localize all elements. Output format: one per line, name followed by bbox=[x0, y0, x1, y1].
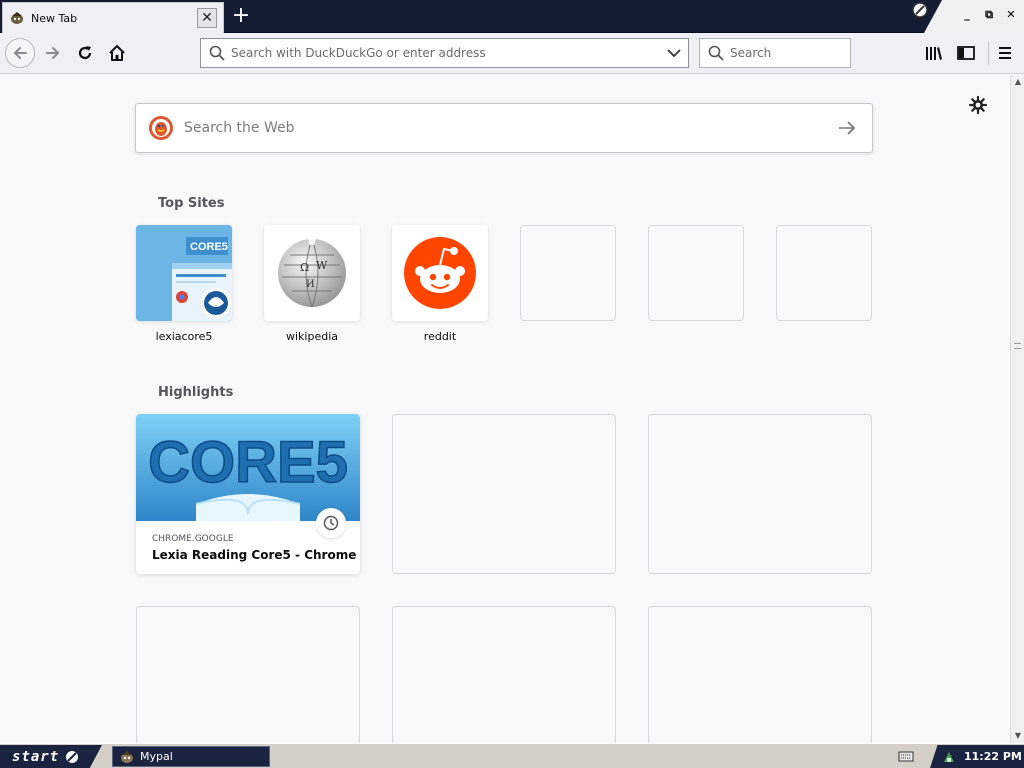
lexia-thumbnail-icon bbox=[136, 225, 232, 321]
highlight-placeholder bbox=[136, 606, 360, 743]
web-search-box[interactable] bbox=[135, 103, 873, 153]
toolbar-separator bbox=[988, 41, 989, 65]
network-icon bbox=[944, 751, 954, 762]
minimize-button[interactable]: _ bbox=[958, 6, 976, 24]
search-icon bbox=[708, 45, 724, 61]
hamburger-menu-icon bbox=[999, 47, 1011, 59]
taskbar-item-mypal[interactable]: Mypal bbox=[112, 746, 270, 767]
tab-new-tab[interactable]: New Tab ✕ bbox=[2, 2, 224, 33]
home-icon bbox=[109, 45, 125, 61]
web-search-input[interactable] bbox=[184, 120, 822, 136]
scroll-grip bbox=[1014, 343, 1021, 349]
svg-text:Ω: Ω bbox=[300, 261, 309, 274]
top-site-reddit[interactable] bbox=[392, 225, 488, 321]
highlights-heading: Highlights bbox=[158, 385, 234, 400]
library-button[interactable] bbox=[919, 38, 949, 68]
search-input[interactable] bbox=[730, 46, 850, 60]
reddit-alien-icon bbox=[404, 237, 476, 309]
reload-button[interactable] bbox=[70, 38, 100, 68]
top-site-label: wikipedia bbox=[285, 330, 338, 343]
top-site-placeholder[interactable] bbox=[648, 225, 744, 321]
url-dropdown-button[interactable] bbox=[660, 39, 688, 67]
arrow-left-icon bbox=[13, 47, 27, 59]
web-search-submit-button[interactable] bbox=[822, 104, 872, 152]
tab-title: New Tab bbox=[31, 11, 78, 25]
top-site-placeholder[interactable] bbox=[776, 225, 872, 321]
search-bar[interactable] bbox=[699, 38, 851, 68]
gear-icon bbox=[968, 95, 988, 115]
new-tab-button[interactable]: + bbox=[228, 4, 254, 30]
close-icon: ✕ bbox=[201, 10, 213, 26]
sidebar-icon bbox=[957, 46, 975, 60]
reload-icon bbox=[78, 46, 92, 60]
url-bar[interactable] bbox=[200, 38, 689, 68]
scroll-down-icon[interactable]: ▼ bbox=[1011, 729, 1024, 743]
lexia-tile-text: CORE5 bbox=[190, 241, 228, 253]
close-window-button[interactable]: ✕ bbox=[1002, 6, 1020, 24]
start-button[interactable]: start bbox=[0, 745, 102, 768]
card-clock-badge bbox=[316, 508, 346, 538]
os-logo-icon bbox=[66, 750, 79, 763]
top-site-label: reddit bbox=[423, 330, 457, 343]
new-tab-page: Top Sites CORE5 lexiacore5 bbox=[0, 75, 1010, 743]
core5-banner-text: CORE5 bbox=[148, 430, 348, 495]
top-site-lexiacore5[interactable]: CORE5 bbox=[136, 225, 232, 321]
start-label: start bbox=[12, 748, 60, 765]
highlight-placeholder bbox=[648, 606, 872, 743]
back-button[interactable] bbox=[5, 38, 35, 68]
clock-icon bbox=[323, 515, 339, 531]
browser-logo-icon bbox=[912, 2, 928, 18]
keyboard-icon[interactable] bbox=[898, 749, 914, 763]
mypal-favicon-icon bbox=[11, 12, 23, 24]
arrow-right-icon bbox=[46, 47, 60, 59]
mypal-icon bbox=[121, 750, 133, 763]
system-tray-clock[interactable]: 11:22 PM bbox=[930, 745, 1024, 768]
search-icon bbox=[209, 45, 225, 61]
home-button[interactable] bbox=[102, 38, 132, 68]
minimize-icon: _ bbox=[964, 8, 970, 21]
navigation-toolbar bbox=[0, 33, 1024, 74]
vertical-scrollbar[interactable]: ▲ ▼ bbox=[1010, 75, 1024, 743]
highlight-placeholder bbox=[392, 414, 616, 574]
highlight-card-lexia[interactable]: CORE5 CHROME.GOOGLE Lexia Reading Core5 … bbox=[136, 414, 360, 574]
url-input[interactable] bbox=[231, 46, 660, 60]
arrow-right-icon bbox=[839, 121, 856, 135]
top-site-placeholder[interactable] bbox=[520, 225, 616, 321]
duckduckgo-logo-icon bbox=[149, 116, 173, 140]
top-site-label: lexiacore5 bbox=[155, 330, 213, 343]
card-host: CHROME.GOOGLE bbox=[152, 534, 234, 544]
wikipedia-globe-icon: Ω W И bbox=[278, 238, 346, 308]
highlight-placeholder bbox=[392, 606, 616, 743]
card-title: Lexia Reading Core5 - Chrome ... bbox=[152, 548, 360, 562]
svg-text:W: W bbox=[316, 259, 328, 272]
restore-button[interactable]: ⧉ bbox=[980, 6, 998, 24]
close-icon: ✕ bbox=[1006, 8, 1016, 21]
taskbar: start Mypal 11:22 PM bbox=[0, 743, 1024, 768]
top-sites-heading: Top Sites bbox=[158, 196, 225, 211]
chevron-down-icon bbox=[667, 49, 681, 58]
sidebar-toggle-button[interactable] bbox=[951, 38, 981, 68]
menu-button[interactable] bbox=[990, 38, 1020, 68]
svg-text:И: И bbox=[306, 279, 315, 290]
core5-banner-image: CORE5 bbox=[136, 414, 360, 521]
restore-icon: ⧉ bbox=[985, 8, 993, 21]
taskbar-item-label: Mypal bbox=[140, 750, 173, 763]
plus-icon: + bbox=[231, 3, 251, 28]
library-icon bbox=[926, 47, 942, 60]
customize-button[interactable] bbox=[967, 94, 989, 116]
tab-strip: New Tab ✕ + _ ⧉ ✕ bbox=[0, 0, 1024, 33]
clock-time: 11:22 PM bbox=[964, 750, 1022, 763]
forward-button[interactable] bbox=[38, 38, 68, 68]
tab-close-button[interactable]: ✕ bbox=[197, 8, 217, 28]
top-site-wikipedia[interactable]: Ω W И bbox=[264, 225, 360, 321]
highlight-placeholder bbox=[648, 414, 872, 574]
scroll-up-icon[interactable]: ▲ bbox=[1011, 75, 1024, 89]
